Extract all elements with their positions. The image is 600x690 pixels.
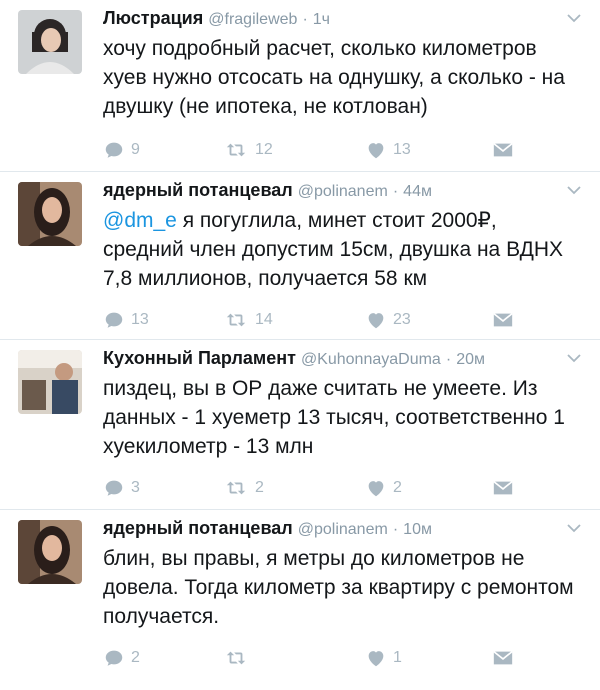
- envelope-icon: [491, 139, 515, 161]
- reply-button[interactable]: 3: [103, 476, 140, 500]
- tweet: Люстрация @fragileweb · 1ч хочу подробны…: [0, 0, 600, 172]
- action-bar: 9 12 13: [103, 138, 540, 162]
- separator: ·: [445, 351, 452, 368]
- tweet-text: @dm_e я погуглила, минет стоит 2000₽, ср…: [103, 206, 580, 293]
- tweet-header: ядерный потанцевал @polinanem · 44м: [103, 178, 560, 204]
- reply-icon: [103, 309, 125, 331]
- retweet-button[interactable]: 14: [223, 308, 273, 332]
- like-button[interactable]: 2: [365, 476, 402, 500]
- retweet-icon: [223, 139, 249, 161]
- tweet-text: пиздец, вы в ОР даже считать не умеете. …: [103, 374, 580, 461]
- tweet: ядерный потанцевал @polinanem · 10м блин…: [0, 510, 600, 690]
- reply-count: 3: [131, 479, 140, 496]
- display-name[interactable]: ядерный потанцевал: [103, 518, 293, 538]
- separator: ·: [392, 183, 399, 200]
- like-count: 13: [393, 141, 411, 158]
- tweet-text: хочу подробный расчет, сколько километро…: [103, 34, 580, 121]
- chevron-down-icon[interactable]: [566, 520, 582, 536]
- dm-button[interactable]: [491, 308, 521, 332]
- retweet-button[interactable]: 12: [223, 138, 273, 162]
- dm-button[interactable]: [491, 138, 521, 162]
- like-count: 2: [393, 479, 402, 496]
- envelope-icon: [491, 477, 515, 499]
- heart-icon: [365, 309, 387, 331]
- tweet-body: хочу подробный расчет, сколько километро…: [103, 37, 565, 118]
- tweet-header: ядерный потанцевал @polinanem · 10м: [103, 516, 560, 542]
- like-button[interactable]: 23: [365, 308, 411, 332]
- action-bar: 13 14 23: [103, 308, 540, 332]
- chevron-down-icon[interactable]: [566, 350, 582, 366]
- separator: ·: [302, 11, 308, 28]
- timestamp[interactable]: 20м: [456, 351, 485, 368]
- timestamp[interactable]: 44м: [403, 183, 432, 200]
- tweet: ядерный потанцевал @polinanem · 44м @dm_…: [0, 172, 600, 340]
- reply-icon: [103, 477, 125, 499]
- retweet-count: 12: [255, 141, 273, 158]
- reply-icon: [103, 647, 125, 669]
- retweet-icon: [223, 477, 249, 499]
- timestamp[interactable]: 10м: [403, 521, 432, 538]
- action-bar: 2 1: [103, 646, 540, 670]
- retweet-button[interactable]: 2: [223, 476, 264, 500]
- avatar[interactable]: [18, 520, 82, 584]
- tweet-text: блин, вы правы, я метры до километров не…: [103, 544, 580, 631]
- action-bar: 3 2 2: [103, 476, 540, 500]
- reply-count: 9: [131, 141, 140, 158]
- chevron-down-icon[interactable]: [566, 10, 582, 26]
- avatar[interactable]: [18, 350, 82, 414]
- tweet-body: пиздец, вы в ОР даже считать не умеете. …: [103, 377, 565, 458]
- tweet-body: блин, вы правы, я метры до километров не…: [103, 547, 574, 628]
- reply-count: 2: [131, 649, 140, 666]
- dm-button[interactable]: [491, 646, 521, 670]
- tweet-header: Люстрация @fragileweb · 1ч: [103, 6, 560, 32]
- retweet-button[interactable]: [223, 646, 255, 670]
- avatar[interactable]: [18, 10, 82, 74]
- mention-link[interactable]: @dm_e: [103, 209, 177, 232]
- avatar[interactable]: [18, 182, 82, 246]
- user-handle[interactable]: @KuhonnayaDuma: [301, 351, 441, 368]
- like-count: 1: [393, 649, 402, 666]
- envelope-icon: [491, 647, 515, 669]
- retweet-icon: [223, 309, 249, 331]
- heart-icon: [365, 477, 387, 499]
- dm-button[interactable]: [491, 476, 521, 500]
- reply-button[interactable]: 13: [103, 308, 149, 332]
- like-button[interactable]: 1: [365, 646, 402, 670]
- tweet: Кухонный Парламент @KuhonnayaDuma · 20м …: [0, 340, 600, 510]
- heart-icon: [365, 647, 387, 669]
- retweet-count: 14: [255, 311, 273, 328]
- retweet-icon: [223, 647, 249, 669]
- user-handle[interactable]: @fragileweb: [208, 11, 297, 28]
- like-count: 23: [393, 311, 411, 328]
- display-name[interactable]: ядерный потанцевал: [103, 180, 293, 200]
- timestamp[interactable]: 1ч: [313, 11, 330, 28]
- display-name[interactable]: Люстрация: [103, 8, 203, 28]
- envelope-icon: [491, 309, 515, 331]
- chevron-down-icon[interactable]: [566, 182, 582, 198]
- reply-button[interactable]: 9: [103, 138, 140, 162]
- separator: ·: [392, 521, 399, 538]
- reply-button[interactable]: 2: [103, 646, 140, 670]
- reply-count: 13: [131, 311, 149, 328]
- like-button[interactable]: 13: [365, 138, 411, 162]
- retweet-count: 2: [255, 479, 264, 496]
- reply-icon: [103, 139, 125, 161]
- user-handle[interactable]: @polinanem: [298, 183, 388, 200]
- heart-icon: [365, 139, 387, 161]
- user-handle[interactable]: @polinanem: [298, 521, 388, 538]
- tweet-header: Кухонный Парламент @KuhonnayaDuma · 20м: [103, 346, 560, 372]
- display-name[interactable]: Кухонный Парламент: [103, 348, 296, 368]
